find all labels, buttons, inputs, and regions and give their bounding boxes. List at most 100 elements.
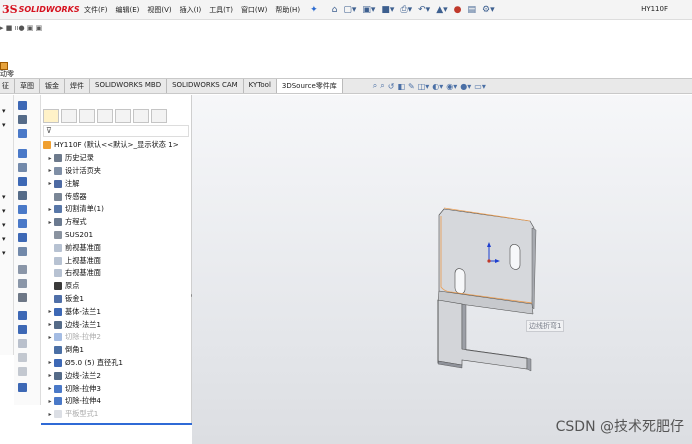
tree-item[interactable]: ▸ 方程式 [41,216,192,229]
tree-root[interactable]: HY110F (默认<<默认>_显示状态 1> [41,139,192,152]
tree-item[interactable]: ▸ 切除-拉伸3 [41,382,192,395]
expand-caret-icon[interactable]: ▸ [47,398,53,405]
expand-caret-icon[interactable]: ▸ [47,411,53,418]
tab-kytool[interactable]: KYTool [244,79,277,93]
simple-hole-tool-icon[interactable] [18,325,27,334]
feature-tree-filter[interactable]: ⊽ [43,125,189,137]
strip-arrow-icon[interactable]: ▾ [2,121,11,130]
tree-item[interactable]: 前视基准面 [41,241,192,254]
edge-flange-tool-icon[interactable] [18,115,27,124]
property-manager-tab[interactable] [61,109,77,123]
tab-3dsource[interactable]: 3DSource零件库 [276,79,343,93]
section-view-icon[interactable]: ◧ [397,82,405,91]
expand-caret-icon[interactable]: ▸ [47,206,53,213]
new-document-icon[interactable]: ▢▾ [343,5,356,15]
undo-icon[interactable]: ↶▾ [418,5,430,15]
tree-item[interactable]: ▸ 基体-法兰1 [41,305,192,318]
fold-tool-icon[interactable] [18,219,27,228]
vent-cut-tool-icon[interactable] [18,339,27,348]
convert-to-sheet-metal-icon[interactable] [18,383,27,392]
tab-cam[interactable]: SOLIDWORKS CAM [167,79,244,93]
tab-weldments[interactable]: 焊件 [65,79,90,93]
expand-caret-icon[interactable]: ▸ [47,385,53,392]
expand-caret-icon[interactable]: ▸ [47,308,53,315]
scene-icon[interactable]: ▭▾ [474,82,486,91]
cam-tab[interactable] [133,109,149,123]
cross-break-tool-icon[interactable] [18,191,27,200]
rebuild-icon[interactable]: ● [454,5,462,15]
expand-caret-icon[interactable]: ▸ [47,334,53,341]
tree-item[interactable]: 原点 [41,280,192,293]
menu-help[interactable]: 帮助(H) [275,5,300,15]
tree-item[interactable]: ▸ 切除-拉伸4 [41,395,192,408]
tab-features[interactable]: 征 [0,79,15,93]
display-style-icon[interactable]: ◐▾ [432,82,443,91]
configuration-manager-tab[interactable] [79,109,95,123]
home-icon[interactable]: ⌂ [332,5,338,15]
flatten-tool-icon[interactable] [18,233,27,242]
tree-item[interactable]: ▸ 注解 [41,177,192,190]
sketched-bend-tool-icon[interactable] [18,177,27,186]
unfold-tool-icon[interactable] [18,205,27,214]
strip-arrow-icon[interactable]: ▾ [2,207,11,216]
dynamic-annotation-icon[interactable]: ✎ [408,82,415,91]
strip-arrow-icon[interactable]: ▾ [2,221,11,230]
strip-arrow-icon[interactable]: ▾ [2,249,11,258]
dimxpert-tab[interactable] [97,109,113,123]
shell-tool-icon[interactable] [18,367,27,376]
solidworks-logo[interactable]: 3S SOLIDWORKS [2,3,80,16]
menu-edit[interactable]: 编辑(E) [116,5,140,15]
previous-view-icon[interactable]: ↺ [388,82,395,91]
zoom-area-icon[interactable]: ⌕ [380,81,384,91]
expand-caret-icon[interactable]: ▸ [47,180,53,187]
jog-tool-icon[interactable] [18,163,27,172]
open-icon[interactable]: ▣▾ [362,5,375,15]
tree-item[interactable]: 上视基准面 [41,254,192,267]
fold-label[interactable]: 边线折弯1 [526,320,565,332]
graphics-area[interactable]: 边线折弯1 CSDN @技术死肥仔 [192,95,692,444]
print-icon[interactable]: ⎙▾ [400,5,412,15]
strip-arrow-icon[interactable]: ▾ [2,107,11,116]
tree-item[interactable]: 传感器 [41,190,192,203]
expand-caret-icon[interactable]: ▸ [47,155,53,162]
tab-sketch[interactable]: 草图 [15,79,40,93]
appearance-icon[interactable]: ●▾ [460,82,471,91]
playback-controls[interactable]: ▸ ■ ıı● ▣ ▣ [0,24,42,32]
strip-arrow-icon[interactable]: ▾ [2,235,11,244]
expand-caret-icon[interactable]: ▸ [47,321,53,328]
menu-tools[interactable]: 工具(T) [209,5,233,15]
menu-insert[interactable]: 插入(I) [180,5,202,15]
vent-tool-icon[interactable] [18,279,27,288]
tree-item[interactable]: ▸ 切除-拉伸2 [41,331,192,344]
display-manager-tab[interactable] [115,109,131,123]
extruded-cut-tool-icon[interactable] [18,311,27,320]
tree-item[interactable]: ▸ 边线-法兰2 [41,369,192,382]
expand-caret-icon[interactable]: ▸ [47,359,53,366]
feature-tree-tab[interactable] [43,109,59,123]
tree-item[interactable]: ▸ Ø5.0 (5) 直径孔1 [41,357,192,370]
file-properties-icon[interactable]: ▤ [468,5,477,15]
options-gear-icon[interactable]: ⚙▾ [482,5,495,15]
base-flange-tool-icon[interactable] [18,101,27,110]
tree-item[interactable]: ▸ 平板型式1 [41,408,192,421]
tabs-scroll-arrows[interactable] [151,109,167,123]
expand-caret-icon[interactable]: ▸ [47,167,53,174]
zoom-fit-icon[interactable]: ⌕ [373,81,377,91]
tree-item[interactable]: ▸ 边线-法兰1 [41,318,192,331]
menu-view[interactable]: 视图(V) [147,5,171,15]
tab-slot-tool-icon[interactable] [18,293,27,302]
menu-window[interactable]: 窗口(W) [241,5,267,15]
forming-tool-icon[interactable] [18,265,27,274]
tree-item[interactable]: 钣金1 [41,293,192,306]
tree-item[interactable]: 倒角1 [41,344,192,357]
sheet-metal-part[interactable] [437,207,537,372]
menu-file[interactable]: 文件(F) [84,5,108,15]
view-orientation-icon[interactable]: ◫▾ [418,82,430,91]
tree-item[interactable]: ▸ 设计活页夹 [41,165,192,178]
select-icon[interactable]: ▲▾ [436,5,447,15]
tree-item[interactable]: SUS201 [41,229,192,242]
expand-caret-icon[interactable]: ▸ [47,372,53,379]
expand-caret-icon[interactable]: ▸ [47,219,53,226]
tree-item[interactable]: ▸ 切割清单(1) [41,203,192,216]
unfold-cut-tool-icon[interactable] [18,353,27,362]
